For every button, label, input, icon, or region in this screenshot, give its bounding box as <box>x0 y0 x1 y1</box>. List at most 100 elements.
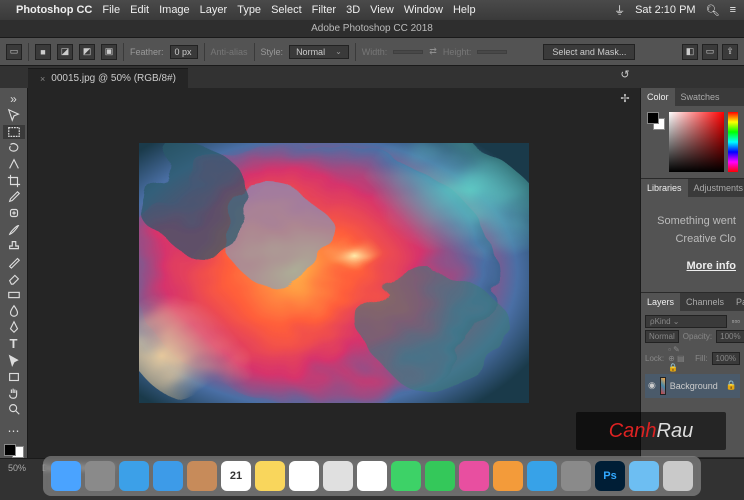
dock-messages[interactable] <box>391 461 421 491</box>
dock-ibooks[interactable] <box>493 461 523 491</box>
dock-launchpad[interactable] <box>85 461 115 491</box>
dock-facetime[interactable] <box>425 461 455 491</box>
selection-add-icon[interactable]: ◪ <box>57 44 73 60</box>
hue-slider[interactable] <box>728 112 738 172</box>
menu-help[interactable]: Help <box>453 4 476 16</box>
menu-layer[interactable]: Layer <box>200 4 228 16</box>
path-select-tool[interactable] <box>3 353 25 367</box>
color-swatches[interactable] <box>4 444 24 458</box>
tool-preset-icon[interactable]: ▭ <box>6 44 22 60</box>
menu-select[interactable]: Select <box>271 4 302 16</box>
menu-image[interactable]: Image <box>159 4 190 16</box>
clock[interactable]: Sat 2:10 PM <box>635 4 696 16</box>
opacity-field[interactable]: 100% <box>716 330 744 343</box>
workspace-icon[interactable]: ◧ <box>682 44 698 60</box>
zoom-level[interactable]: 50% <box>8 463 26 473</box>
app-name[interactable]: Photoshop CC <box>16 4 92 16</box>
edit-toolbar-icon[interactable]: ⋯ <box>3 424 25 438</box>
window-titlebar: Adobe Photoshop CC 2018 <box>0 20 744 38</box>
shape-tool[interactable] <box>3 370 25 384</box>
dock-mail[interactable] <box>153 461 183 491</box>
blur-tool[interactable] <box>3 304 25 318</box>
lock-icons[interactable]: ▫ ✎ ⊕ ▤ 🔒 <box>668 345 687 372</box>
blend-mode-select[interactable]: Normal <box>645 330 679 343</box>
dock-finder[interactable] <box>51 461 81 491</box>
dock-itunes[interactable] <box>459 461 489 491</box>
dock-trash[interactable] <box>663 461 693 491</box>
menu-3d[interactable]: 3D <box>346 4 360 16</box>
menu-file[interactable]: File <box>102 4 120 16</box>
history-panel-icon[interactable]: ↺ <box>617 66 633 82</box>
dock-preferences[interactable] <box>561 461 591 491</box>
search-icon[interactable]: ▭ <box>702 44 718 60</box>
feather-field[interactable]: 0 px <box>170 45 198 59</box>
layer-filter-select[interactable]: ρKind ⌄ <box>645 315 727 328</box>
tab-libraries[interactable]: Libraries <box>641 179 688 197</box>
menu-filter[interactable]: Filter <box>312 4 336 16</box>
visibility-icon[interactable]: ◉ <box>648 380 656 391</box>
quick-select-tool[interactable] <box>3 157 25 171</box>
gradient-tool[interactable] <box>3 288 25 302</box>
selection-intersect-icon[interactable]: ▣ <box>101 44 117 60</box>
more-info-link[interactable]: More info <box>649 258 736 276</box>
selection-new-icon[interactable]: ■ <box>35 44 51 60</box>
dock-maps[interactable] <box>323 461 353 491</box>
close-tab-icon[interactable]: × <box>40 74 45 84</box>
dock-reminders[interactable] <box>289 461 319 491</box>
lasso-tool[interactable] <box>3 141 25 155</box>
zoom-tool[interactable] <box>3 402 25 416</box>
tab-layers[interactable]: Layers <box>641 293 680 311</box>
properties-panel-icon[interactable]: ✢ <box>617 90 633 106</box>
healing-tool[interactable] <box>3 206 25 220</box>
crop-tool[interactable] <box>3 173 25 187</box>
marquee-tool[interactable] <box>3 125 25 139</box>
document-canvas[interactable] <box>139 143 529 403</box>
dock-notes[interactable] <box>255 461 285 491</box>
selection-sub-icon[interactable]: ◩ <box>79 44 95 60</box>
spotlight-icon[interactable]: 🔍︎ <box>706 4 720 17</box>
tab-swatches[interactable]: Swatches <box>675 88 726 106</box>
eyedropper-tool[interactable] <box>3 190 25 204</box>
history-brush-tool[interactable] <box>3 255 25 269</box>
type-tool[interactable]: T <box>3 336 25 351</box>
move-tool[interactable] <box>3 108 25 122</box>
menu-type[interactable]: Type <box>237 4 261 16</box>
dock-safari[interactable] <box>119 461 149 491</box>
menu-window[interactable]: Window <box>404 4 443 16</box>
menu-view[interactable]: View <box>370 4 394 16</box>
collapse-icon[interactable]: » <box>3 92 25 106</box>
dock-folder[interactable] <box>629 461 659 491</box>
pen-tool[interactable] <box>3 320 25 334</box>
style-select[interactable]: Normal <box>289 45 349 59</box>
panel-color-swatches[interactable] <box>647 112 665 130</box>
layer-thumbnail[interactable] <box>660 377 666 395</box>
fill-field[interactable]: 100% <box>712 352 740 365</box>
opacity-label: Opacity: <box>683 332 712 341</box>
eraser-tool[interactable] <box>3 271 25 285</box>
brush-tool[interactable] <box>3 222 25 236</box>
document-tab[interactable]: × 00015.jpg @ 50% (RGB/8#) <box>28 68 188 88</box>
dock-photoshop[interactable]: Ps <box>595 461 625 491</box>
swap-icon[interactable]: ⇄ <box>429 46 437 57</box>
canvas-area[interactable] <box>28 88 640 458</box>
tab-adjustments[interactable]: Adjustments <box>688 179 744 197</box>
wifi-icon[interactable]: ⏚ <box>614 2 625 18</box>
tab-paths[interactable]: Paths <box>730 293 744 311</box>
menu-edit[interactable]: Edit <box>130 4 149 16</box>
stamp-tool[interactable] <box>3 239 25 253</box>
feather-label: Feather: <box>130 47 164 57</box>
color-field[interactable] <box>669 112 724 172</box>
toolbox: » T ⋯ <box>0 88 28 458</box>
tab-channels[interactable]: Channels <box>680 293 730 311</box>
select-and-mask-button[interactable]: Select and Mask... <box>543 44 635 60</box>
filter-icon[interactable]: ▫▫▫ <box>731 317 740 326</box>
dock-contacts[interactable] <box>187 461 217 491</box>
hand-tool[interactable] <box>3 386 25 400</box>
tab-color[interactable]: Color <box>641 88 675 106</box>
share-icon[interactable]: ⇪ <box>722 44 738 60</box>
dock-appstore[interactable] <box>527 461 557 491</box>
dock-photos[interactable] <box>357 461 387 491</box>
menu-extra-icon[interactable]: ≡ <box>730 4 736 16</box>
dock-calendar[interactable]: 21 <box>221 461 251 491</box>
layer-item-background[interactable]: ◉ Background 🔒 <box>645 374 740 398</box>
